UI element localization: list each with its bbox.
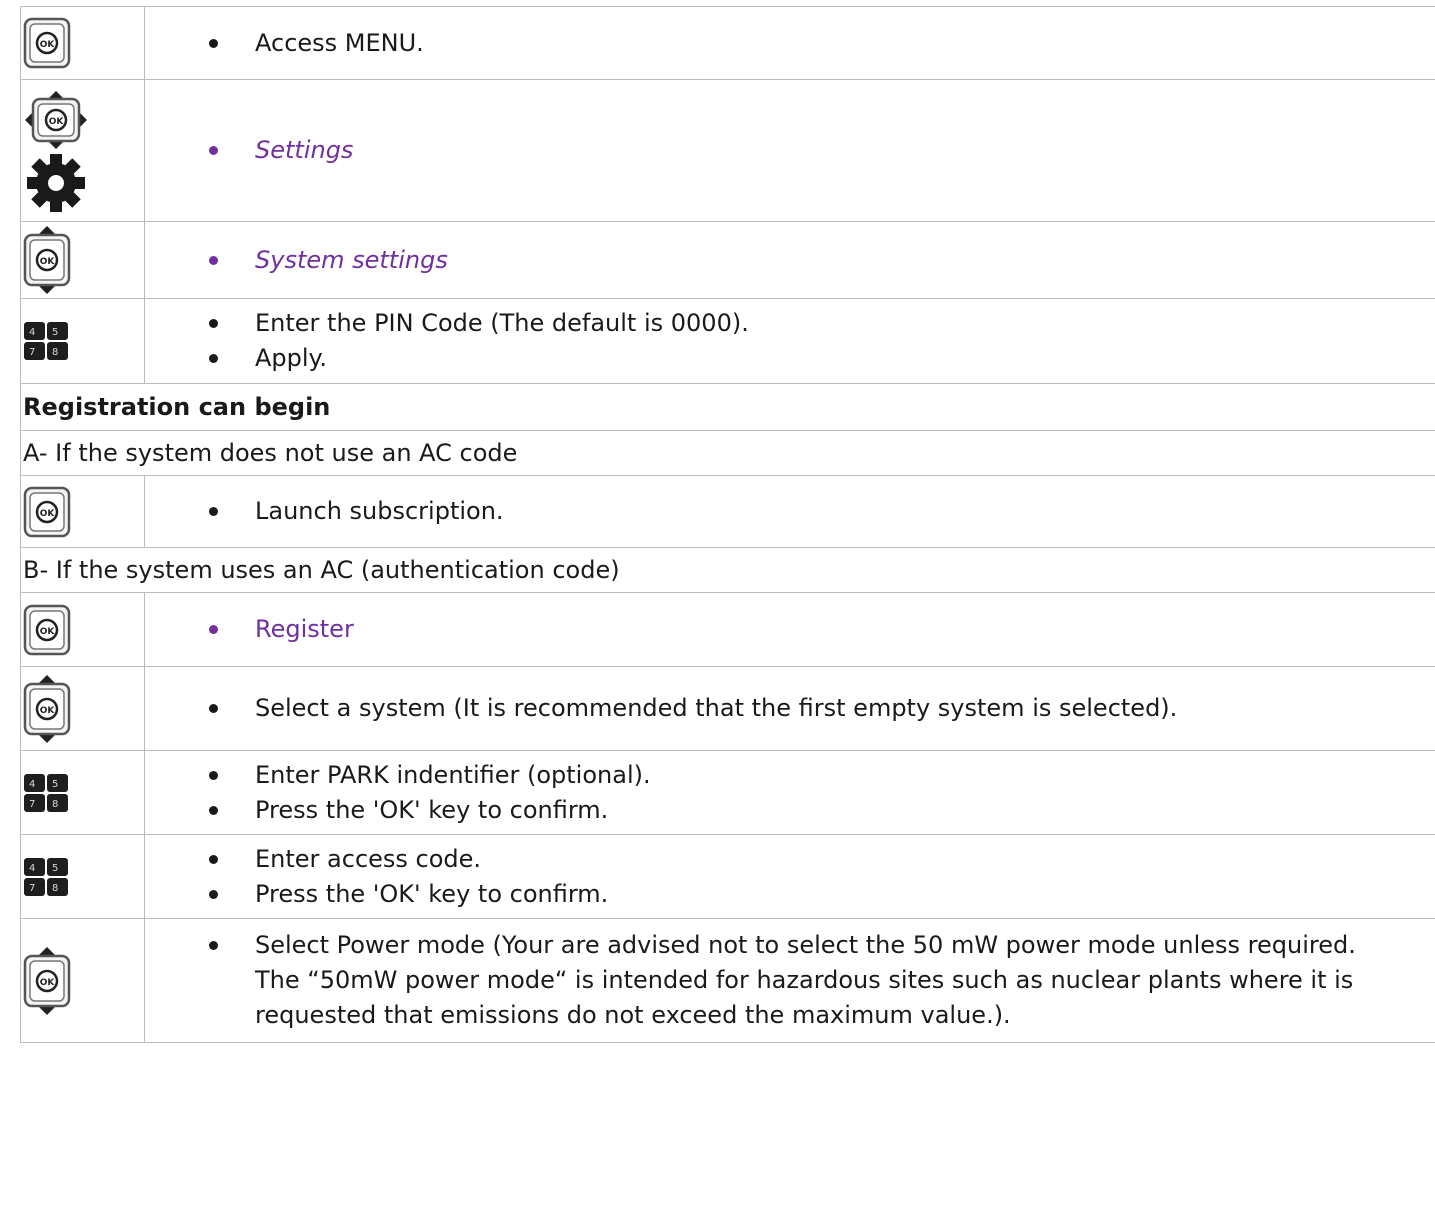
menu-item-register: Register: [209, 612, 1435, 647]
section-heading-row: Registration can begin: [20, 383, 1435, 431]
step-row-power-mode: OK Select Power mode (Your are advised n…: [20, 918, 1435, 1043]
menu-item-settings: Settings: [209, 133, 1435, 168]
nav-up-down-icon: OK: [23, 226, 71, 294]
step-item: Press the 'OK' key to confirm.: [209, 877, 1435, 912]
svg-text:8: 8: [52, 347, 58, 358]
ok-key-label: OK: [40, 978, 56, 988]
svg-text:8: 8: [52, 799, 58, 810]
step-row-settings: OK Settings: [20, 79, 1435, 222]
step-item: Apply.: [209, 341, 1435, 376]
subsection-a-row: A- If the system does not use an AC code: [20, 430, 1435, 476]
svg-text:7: 7: [29, 799, 35, 810]
step-item: Enter the PIN Code (The default is 0000)…: [209, 306, 1435, 341]
ok-key-icon: OK: [23, 17, 71, 69]
keypad-icon: 4 5 7 8: [24, 773, 68, 812]
step-item: Enter PARK indentifier (optional).: [209, 758, 1435, 793]
step-row-park-identifier: 4 5 7 8 Enter PARK indentifier (optional…: [20, 750, 1435, 835]
step-item: Select Power mode (Your are advised not …: [209, 928, 1405, 1033]
svg-text:5: 5: [52, 863, 58, 874]
step-row-register: OK Register: [20, 592, 1435, 667]
step-row-system-settings: OK System settings: [20, 221, 1435, 299]
step-row-launch-subscription: OK Launch subscription.: [20, 475, 1435, 548]
step-row-access-menu: OK Access MENU.: [20, 6, 1435, 80]
nav-up-down-icon: OK: [23, 946, 71, 1015]
svg-text:5: 5: [52, 327, 58, 338]
keypad-icon: 4 5 7 8: [24, 857, 68, 896]
ok-key-label: OK: [40, 509, 56, 519]
ok-key-icon: OK: [23, 604, 71, 655]
step-item: Press the 'OK' key to confirm.: [209, 793, 1435, 828]
ok-key-label: OK: [40, 627, 56, 637]
svg-text:7: 7: [29, 347, 35, 358]
ok-key-label: OK: [40, 257, 56, 267]
step-item: Launch subscription.: [209, 494, 1435, 529]
step-item: Enter access code.: [209, 842, 1435, 877]
subsection-heading-a: A- If the system does not use an AC code: [20, 430, 1435, 476]
section-heading: Registration can begin: [20, 383, 1435, 431]
ok-key-icon: OK: [23, 486, 71, 537]
step-item: Select a system (It is recommended that …: [209, 691, 1435, 726]
ok-key-label: OK: [49, 117, 65, 127]
keypad-icon: 4 5 7 8: [24, 322, 68, 360]
step-row-pin-code: 4 5 7 8 Enter the PIN Code (The default …: [20, 298, 1435, 384]
subsection-b-row: B- If the system uses an AC (authenticat…: [20, 547, 1435, 593]
svg-text:4: 4: [29, 863, 35, 874]
svg-text:5: 5: [52, 779, 58, 790]
svg-text:8: 8: [52, 883, 58, 894]
gear-icon: [27, 153, 85, 212]
step-item: Access MENU.: [209, 26, 1435, 61]
svg-text:7: 7: [29, 883, 35, 894]
menu-item-system-settings: System settings: [209, 243, 1435, 278]
svg-text:4: 4: [29, 327, 35, 338]
svg-text:4: 4: [29, 779, 35, 790]
instruction-table: OK Access MENU. OK Settings OK System se…: [20, 6, 1435, 1043]
step-row-access-code: 4 5 7 8 Enter access code. Press the 'OK…: [20, 834, 1435, 919]
nav-up-down-icon: OK: [23, 674, 71, 743]
subsection-heading-b: B- If the system uses an AC (authenticat…: [20, 547, 1435, 593]
navigator-icon: OK: [25, 90, 87, 149]
ok-key-label: OK: [40, 40, 56, 50]
step-row-select-system: OK Select a system (It is recommended th…: [20, 666, 1435, 751]
ok-key-label: OK: [40, 706, 56, 716]
